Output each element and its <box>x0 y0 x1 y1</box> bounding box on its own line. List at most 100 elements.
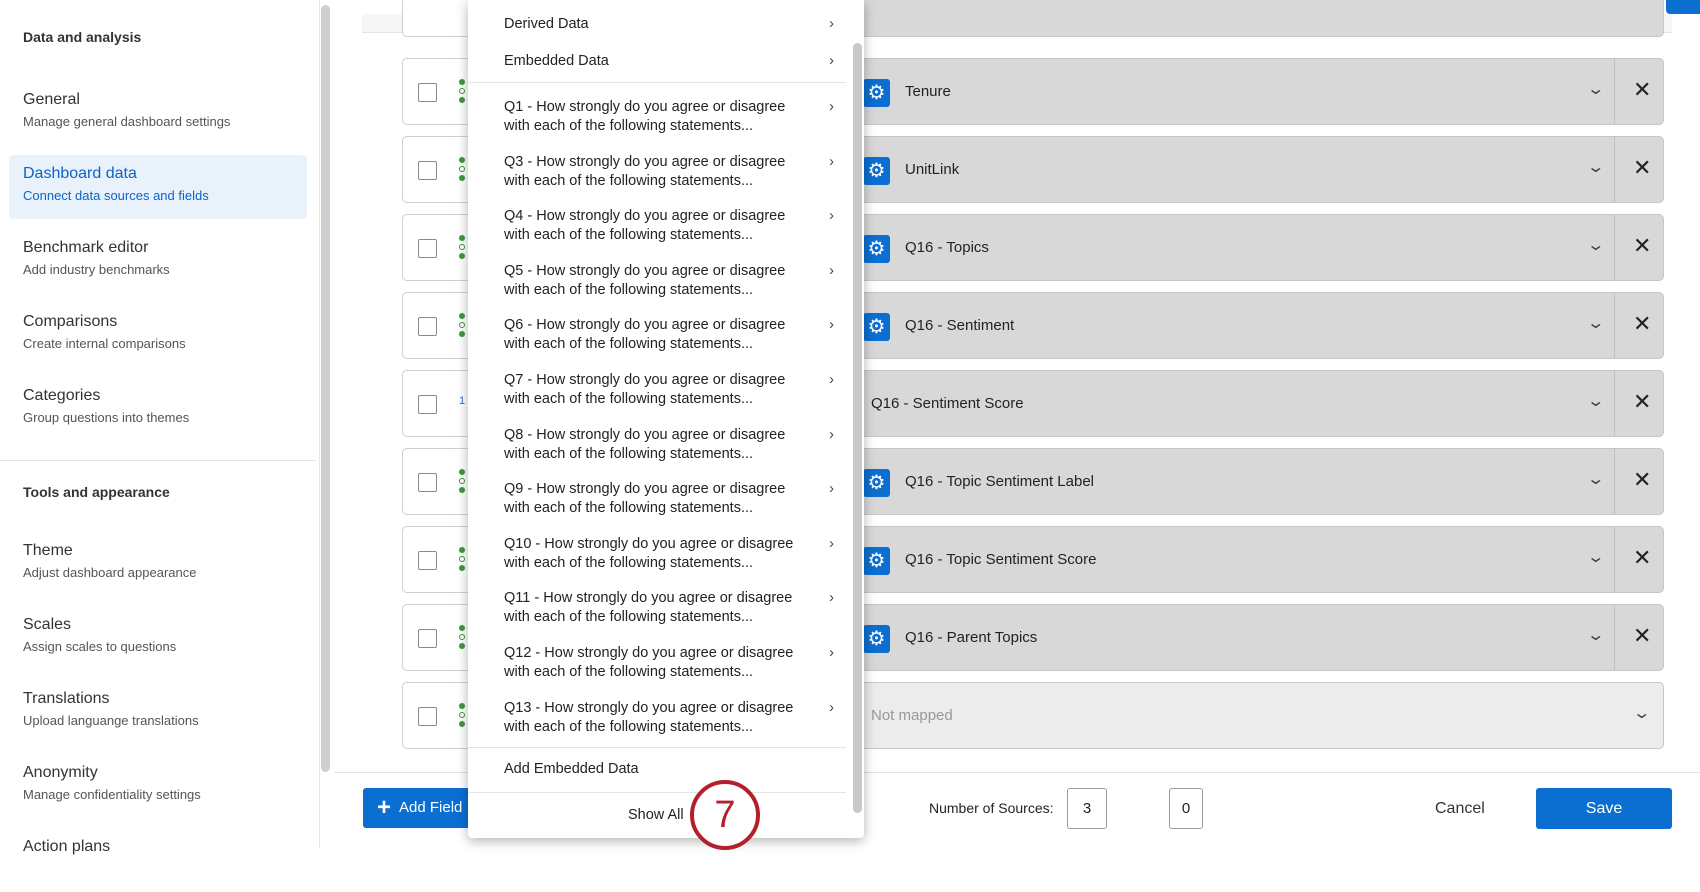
field-mapping-select[interactable]: ⚙ Q16 - Topics ⌄ ✕ <box>856 214 1664 281</box>
sidebar-item-anonymity[interactable]: Anonymity Manage confidentiality settings <box>9 754 307 818</box>
sidebar-item-subtitle: Adjust dashboard appearance <box>23 565 197 580</box>
chevron-down-icon[interactable]: ⌄ <box>1586 313 1605 333</box>
sidebar-item-benchmark-editor[interactable]: Benchmark editor Add industry benchmarks <box>9 229 307 293</box>
dropdown-question-option[interactable]: Q3 - How strongly do you agree or disagr… <box>468 153 844 191</box>
multi-choice-icon <box>459 469 465 496</box>
mapping-label: Q16 - Topics <box>905 239 989 256</box>
row-checkbox[interactable] <box>418 161 437 180</box>
field-mapping-select[interactable]: ⚙ Q16 - Sentiment ⌄ ✕ <box>856 292 1664 359</box>
dropdown-question-option[interactable]: Q4 - How strongly do you agree or disagr… <box>468 207 844 245</box>
close-icon[interactable]: ✕ <box>1633 545 1651 571</box>
multi-choice-icon <box>459 625 465 652</box>
chevron-down-icon[interactable]: ⌄ <box>1586 391 1605 411</box>
gear-icon[interactable]: ⚙ <box>863 157 890 185</box>
field-mapping-select[interactable]: ⚙ Q16 - Topic Sentiment Score ⌄ ✕ <box>856 526 1664 593</box>
gear-icon[interactable]: ⚙ <box>863 235 890 263</box>
sidebar-item-title: Translations <box>23 690 110 707</box>
gear-icon[interactable]: ⚙ <box>863 625 890 653</box>
row-checkbox[interactable] <box>418 395 437 414</box>
field-mapping-select[interactable]: ⚙ Q16 - Parent Topics ⌄ ✕ <box>856 604 1664 671</box>
dropdown-question-option[interactable]: Q12 - How strongly do you agree or disag… <box>468 644 844 682</box>
mapping-label: Q16 - Parent Topics <box>905 629 1038 646</box>
row-checkbox[interactable] <box>418 707 437 726</box>
divider <box>1614 605 1615 670</box>
dropdown-question-option[interactable]: Q1 - How strongly do you agree or disagr… <box>468 98 844 136</box>
sidebar-item-dashboard-data[interactable]: Dashboard data Connect data sources and f… <box>9 155 307 219</box>
close-icon[interactable]: ✕ <box>1633 233 1651 259</box>
save-button[interactable]: Save <box>1536 788 1672 829</box>
add-field-button[interactable]: + Add Field <box>363 788 483 828</box>
chevron-down-icon[interactable]: ⌄ <box>1586 79 1605 99</box>
chevron-right-icon: › <box>829 645 834 661</box>
close-icon[interactable]: ✕ <box>1633 155 1651 181</box>
chevron-down-icon[interactable]: ⌄ <box>1586 547 1605 567</box>
divider <box>1614 215 1615 280</box>
row-checkbox[interactable] <box>418 629 437 648</box>
chevron-down-icon[interactable]: ⌄ <box>1586 157 1605 177</box>
close-icon[interactable]: ✕ <box>1633 77 1651 103</box>
close-icon[interactable]: ✕ <box>1633 311 1651 337</box>
row-checkbox[interactable] <box>418 83 437 102</box>
sidebar-scrollbar[interactable] <box>321 5 330 772</box>
dropdown-question-option[interactable]: Q10 - How strongly do you agree or disag… <box>468 535 844 573</box>
dropdown-question-option[interactable]: Q7 - How strongly do you agree or disagr… <box>468 371 844 409</box>
option-label: Q1 - How strongly do you agree or disagr… <box>504 99 786 134</box>
sidebar-item-title: Anonymity <box>23 764 98 781</box>
sidebar-item-theme[interactable]: Theme Adjust dashboard appearance <box>9 532 307 596</box>
mapping-label: UnitLink <box>905 161 960 178</box>
dropdown-scrollbar[interactable] <box>853 43 862 813</box>
dropdown-question-option[interactable]: Q6 - How strongly do you agree or disagr… <box>468 316 844 354</box>
divider <box>1614 59 1615 124</box>
field-mapping[interactable] <box>856 0 1664 37</box>
close-icon[interactable]: ✕ <box>1633 467 1651 493</box>
dropdown-question-option[interactable]: Q13 - How strongly do you agree or disag… <box>468 699 844 737</box>
sidebar-item-title: Theme <box>23 542 73 559</box>
divider <box>1614 137 1615 202</box>
dropdown-divider <box>468 82 846 83</box>
sidebar-item-action-plans[interactable]: Action plans <box>9 828 307 892</box>
gear-icon[interactable]: ⚙ <box>863 547 890 575</box>
chevron-down-icon[interactable]: ⌄ <box>1586 625 1605 645</box>
dropdown-question-option[interactable]: Q8 - How strongly do you agree or disagr… <box>468 426 844 464</box>
gear-icon[interactable]: ⚙ <box>863 79 890 107</box>
row-checkbox[interactable] <box>418 317 437 336</box>
chevron-down-icon[interactable]: ⌄ <box>1586 469 1605 489</box>
field-mapping-select[interactable]: Q16 - Sentiment Score ⌄ ✕ <box>856 370 1664 437</box>
row-checkbox[interactable] <box>418 551 437 570</box>
chevron-right-icon: › <box>829 53 834 69</box>
chevron-right-icon: › <box>829 208 834 225</box>
field-mapping-select[interactable]: ⚙ Tenure ⌄ ✕ <box>856 58 1664 125</box>
sidebar-item-comparisons[interactable]: Comparisons Create internal comparisons <box>9 303 307 367</box>
row-checkbox[interactable] <box>418 239 437 258</box>
toolbar-primary-button[interactable] <box>1666 0 1700 14</box>
chevron-down-icon[interactable]: ⌄ <box>1586 235 1605 255</box>
close-icon[interactable]: ✕ <box>1633 389 1651 415</box>
dropdown-option-embedded-data[interactable]: Embedded Data › <box>468 52 844 71</box>
sidebar-item-general[interactable]: General Manage general dashboard settings <box>9 81 307 145</box>
dropdown-question-option[interactable]: Q11 - How strongly do you agree or disag… <box>468 589 844 627</box>
sidebar-item-scales[interactable]: Scales Assign scales to questions <box>9 606 307 670</box>
sidebar-item-translations[interactable]: Translations Upload languange translation… <box>9 680 307 744</box>
sidebar-item-title: Dashboard data <box>23 165 137 182</box>
plus-icon: + <box>377 794 392 821</box>
option-label: Q4 - How strongly do you agree or disagr… <box>504 208 786 244</box>
section-heading-tools: Tools and appearance <box>23 484 170 500</box>
close-icon[interactable]: ✕ <box>1633 623 1651 649</box>
sources-input[interactable]: 3 <box>1067 788 1107 829</box>
field-mapping-select[interactable]: ⚙ UnitLink ⌄ ✕ <box>856 136 1664 203</box>
field-mapping-select[interactable]: Not mapped ⌄ <box>856 682 1664 749</box>
dropdown-question-option[interactable]: Q9 - How strongly do you agree or disagr… <box>468 480 844 518</box>
gear-icon[interactable]: ⚙ <box>863 313 890 341</box>
cancel-button[interactable]: Cancel <box>1435 800 1485 818</box>
row-checkbox[interactable] <box>418 473 437 492</box>
show-all-button[interactable]: Show All <box>628 807 684 823</box>
count-input[interactable]: 0 <box>1169 788 1203 829</box>
gear-icon[interactable]: ⚙ <box>863 469 890 497</box>
dropdown-question-option[interactable]: Q5 - How strongly do you agree or disagr… <box>468 262 844 300</box>
dropdown-option-derived-data[interactable]: Derived Data › <box>468 15 844 34</box>
sidebar-item-categories[interactable]: Categories Group questions into themes <box>9 377 307 441</box>
field-mapping-select[interactable]: ⚙ Q16 - Topic Sentiment Label ⌄ ✕ <box>856 448 1664 515</box>
chevron-right-icon: › <box>829 426 834 443</box>
chevron-down-icon[interactable]: ⌄ <box>1632 703 1651 723</box>
add-embedded-data-option[interactable]: Add Embedded Data <box>468 760 844 779</box>
